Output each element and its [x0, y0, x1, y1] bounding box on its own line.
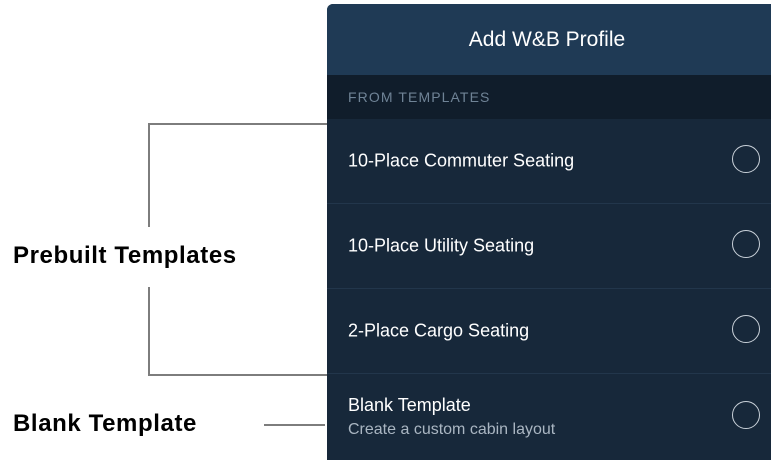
template-row-blank[interactable]: Blank Template Create a custom cabin lay…: [327, 374, 771, 459]
template-row-commuter[interactable]: 10-Place Commuter Seating: [327, 119, 771, 204]
radio-circle-icon[interactable]: [732, 315, 760, 343]
row-text: 10-Place Utility Seating: [348, 236, 534, 257]
prebuilt-bracket-lower-vertical: [148, 287, 150, 376]
row-text: 2-Place Cargo Seating: [348, 321, 529, 342]
radio-circle-icon[interactable]: [732, 400, 760, 429]
panel-header: Add W&B Profile: [327, 4, 771, 75]
template-row-cargo[interactable]: 2-Place Cargo Seating: [327, 289, 771, 374]
template-row-utility[interactable]: 10-Place Utility Seating: [327, 204, 771, 289]
add-wb-profile-panel: Add W&B Profile FROM TEMPLATES 10-Place …: [327, 4, 771, 460]
prebuilt-bracket-top: [149, 123, 329, 125]
row-title: 2-Place Cargo Seating: [348, 320, 530, 341]
prebuilt-bracket-bottom: [149, 374, 329, 376]
row-text: 10-Place Commuter Seating: [348, 151, 574, 172]
radio-circle-icon[interactable]: [732, 145, 760, 173]
row-subtitle: Create a custom cabin layout: [348, 420, 556, 438]
section-title: FROM TEMPLATES: [348, 89, 491, 105]
prebuilt-bracket-upper-vertical: [148, 123, 150, 227]
section-header: FROM TEMPLATES: [327, 75, 771, 119]
row-title: 10-Place Commuter Seating: [348, 150, 575, 171]
radio-circle-icon[interactable]: [732, 230, 760, 258]
row-title: 10-Place Utility Seating: [348, 235, 535, 256]
panel-title: Add W&B Profile: [468, 27, 626, 51]
row-text: Blank Template Create a custom cabin lay…: [348, 395, 555, 439]
prebuilt-templates-label: Prebuilt Templates: [13, 242, 237, 269]
row-title: Blank Template: [348, 394, 471, 415]
blank-template-label: Blank Template: [13, 410, 198, 437]
blank-template-pointer: [264, 424, 325, 426]
